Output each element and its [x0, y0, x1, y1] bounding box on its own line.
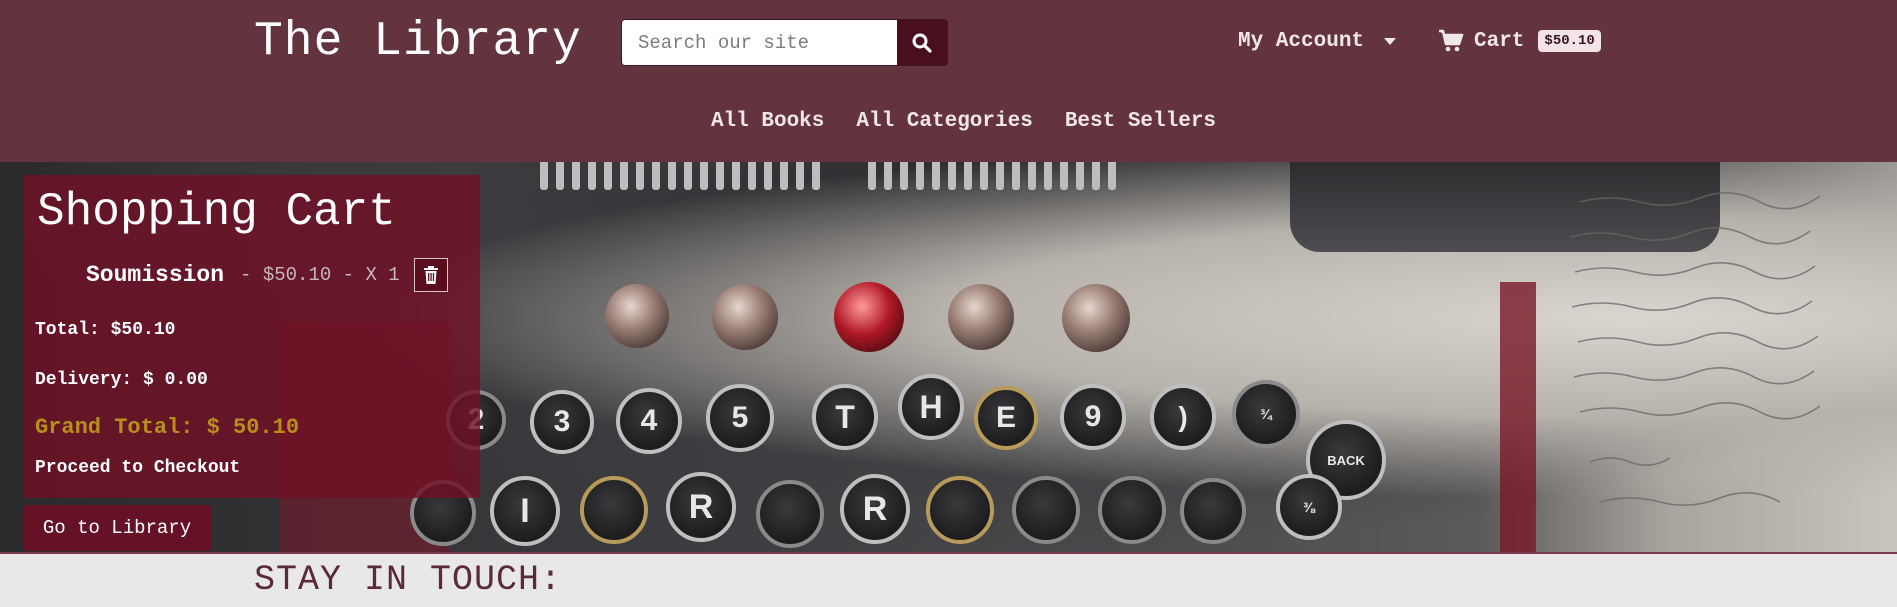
site-brand[interactable]: The Library: [254, 14, 582, 70]
search-icon: [912, 33, 932, 53]
stay-in-touch-heading: STAY IN TOUCH:: [254, 560, 563, 600]
cart-item-details: - $50.10 - X 1: [240, 264, 400, 286]
search-input[interactable]: [622, 20, 897, 65]
key-4: 4: [616, 388, 682, 454]
nav-best-sellers[interactable]: Best Sellers: [1065, 110, 1216, 133]
key-blank: [1098, 476, 1166, 544]
key-fraction: ⅜: [1276, 474, 1342, 540]
key-blank: [1012, 476, 1080, 544]
cart-total-badge: $50.10: [1538, 30, 1601, 52]
cart-grand-total: Grand Total: $ 50.10: [35, 415, 300, 440]
key-e: E: [974, 386, 1038, 450]
caret-down-icon: [1384, 37, 1397, 45]
key-fraction: ¾: [1232, 380, 1300, 448]
remove-item-button[interactable]: [413, 258, 448, 292]
search-form: [621, 19, 948, 66]
key-r: R: [666, 472, 736, 542]
trash-icon: [423, 266, 438, 284]
key-blank: [1180, 478, 1246, 544]
nav-all-books[interactable]: All Books: [711, 110, 824, 133]
key-blank: [580, 476, 648, 544]
cart-item-row: Soumission - $50.10 - X 1: [86, 258, 448, 292]
key-3: 3: [530, 390, 594, 454]
key-blank: [926, 476, 994, 544]
cart-total: Total: $50.10: [35, 320, 176, 340]
my-account-label: My Account: [1238, 29, 1365, 53]
key-9: 9: [1060, 384, 1126, 450]
typewriter-red-panel-right: [1500, 282, 1536, 552]
cart-title: Shopping Cart: [37, 186, 396, 238]
key-paren: ): [1150, 384, 1216, 450]
main-nav: All Books All Categories Best Sellers: [0, 110, 1897, 133]
nav-all-categories[interactable]: All Categories: [856, 110, 1032, 133]
proceed-to-checkout-link[interactable]: Proceed to Checkout: [35, 458, 240, 478]
search-button[interactable]: [897, 20, 947, 65]
top-key: [605, 284, 669, 348]
site-header: The Library My Account Cart $50.10 All B…: [0, 0, 1897, 162]
handwritten-paper: [1569, 192, 1821, 506]
cart-item-name[interactable]: Soumission: [86, 262, 224, 288]
cart-delivery: Delivery: $ 0.00: [35, 370, 208, 390]
top-key: [712, 284, 778, 350]
cart-link[interactable]: Cart $50.10: [1438, 24, 1601, 58]
go-to-library-button[interactable]: Go to Library: [23, 505, 211, 551]
site-footer: STAY IN TOUCH:: [0, 552, 1897, 607]
shopping-cart-panel: Shopping Cart Soumission - $50.10 - X 1 …: [23, 175, 480, 498]
shopping-cart-icon: [1439, 29, 1464, 52]
key-r: R: [840, 474, 910, 544]
key-blank: [756, 480, 824, 548]
cart-label: Cart: [1474, 29, 1525, 53]
key-t: T: [812, 384, 878, 450]
top-key: [948, 284, 1014, 350]
top-key-red: [834, 282, 904, 352]
key-h: H: [898, 374, 964, 440]
key-5: 5: [706, 384, 774, 452]
top-key: [1062, 284, 1130, 352]
my-account-dropdown[interactable]: My Account: [1238, 26, 1397, 56]
key-i: I: [490, 476, 560, 546]
